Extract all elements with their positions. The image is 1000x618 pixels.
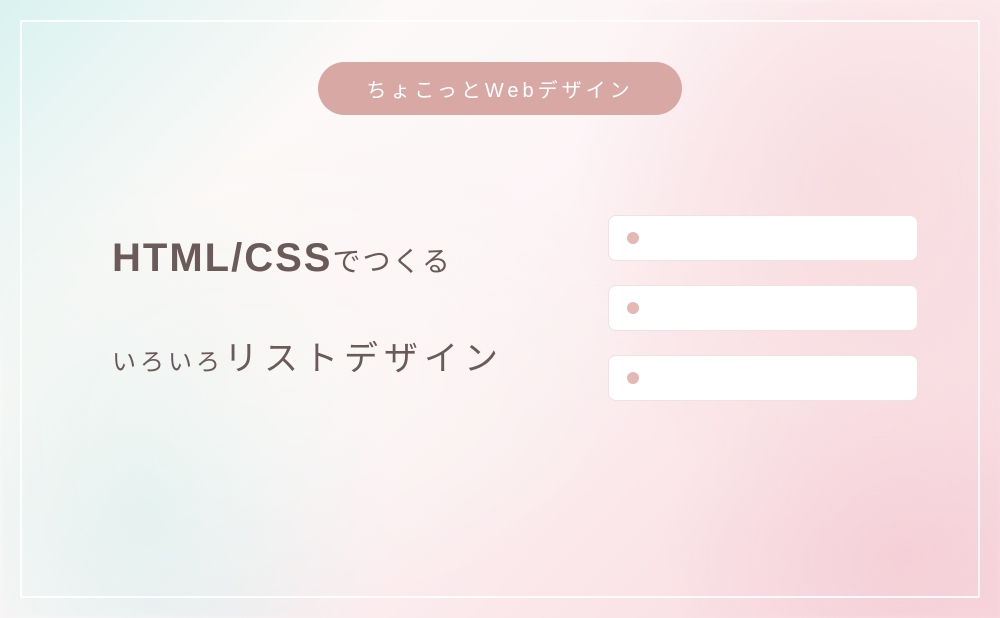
main-content: HTML/CSSでつくる いろいろリストデザイン <box>72 215 928 401</box>
list-item <box>608 355 918 401</box>
subtitle-prefix: いろいろ <box>112 349 224 376</box>
bullet-icon <box>627 372 639 384</box>
title-line-2: いろいろリストデザイン <box>112 331 608 380</box>
content-frame: ちょこっとWebデザイン HTML/CSSでつくる いろいろリストデザイン <box>20 20 980 598</box>
bullet-icon <box>627 302 639 314</box>
list-preview <box>608 215 918 401</box>
title-line-1: HTML/CSSでつくる <box>112 236 608 281</box>
header-badge: ちょこっとWebデザイン <box>318 62 681 115</box>
list-item <box>608 215 918 261</box>
subtitle-main: リストデザイン <box>224 340 504 378</box>
list-item <box>608 285 918 331</box>
badge-text: ちょこっとWebデザイン <box>366 80 633 102</box>
title-suffix: でつくる <box>332 246 451 277</box>
title-bold: HTML/CSS <box>112 236 332 280</box>
title-block: HTML/CSSでつくる いろいろリストデザイン <box>82 236 608 380</box>
bullet-icon <box>627 232 639 244</box>
